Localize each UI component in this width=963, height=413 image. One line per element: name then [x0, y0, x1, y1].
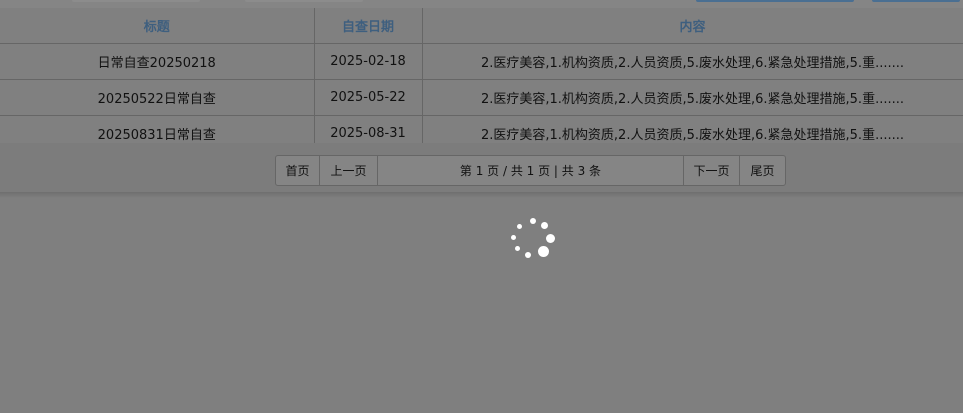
spinner-icon — [509, 218, 555, 260]
toolbar-button-b[interactable] — [872, 0, 960, 2]
column-header-content[interactable]: 内容 — [422, 8, 963, 44]
toolbar-field-b[interactable] — [245, 0, 363, 2]
cell-content: 2.医疗美容,1.机构资质,2.人员资质,5.废水处理,6.紧急处理措施,5.重… — [422, 43, 963, 80]
table-header-row: 标题 自查日期 内容 — [0, 8, 963, 44]
last-page-button[interactable]: 尾页 — [740, 156, 785, 185]
records-table: 标题 自查日期 内容 日常自查20250218 2025-02-18 2.医疗美… — [0, 8, 963, 152]
table-row[interactable]: 20250522日常自查 2025-05-22 2.医疗美容,1.机构资质,2.… — [0, 79, 963, 116]
cell-title: 20250522日常自查 — [0, 79, 315, 116]
cell-date: 2025-05-22 — [314, 79, 423, 116]
first-page-button[interactable]: 首页 — [276, 156, 320, 185]
cell-title: 日常自查20250218 — [0, 43, 315, 80]
records-table-container: 标题 自查日期 内容 日常自查20250218 2025-02-18 2.医疗美… — [0, 8, 963, 152]
next-page-button[interactable]: 下一页 — [684, 156, 740, 185]
toolbar-button-a[interactable] — [696, 0, 854, 2]
column-header-date[interactable]: 自查日期 — [314, 8, 423, 44]
pagination: 首页 上一页 第 1 页 / 共 1 页 | 共 3 条 下一页 尾页 — [275, 155, 786, 186]
column-header-title[interactable]: 标题 — [0, 8, 315, 44]
top-toolbar-strip — [0, 0, 963, 8]
prev-page-button[interactable]: 上一页 — [320, 156, 378, 185]
table-row[interactable]: 日常自查20250218 2025-02-18 2.医疗美容,1.机构资质,2.… — [0, 43, 963, 80]
page-info: 第 1 页 / 共 1 页 | 共 3 条 — [378, 156, 684, 185]
section-divider — [0, 192, 963, 198]
cell-content: 2.医疗美容,1.机构资质,2.人员资质,5.废水处理,6.紧急处理措施,5.重… — [422, 79, 963, 116]
cell-date: 2025-02-18 — [314, 43, 423, 80]
toolbar-field-a[interactable] — [72, 0, 200, 2]
